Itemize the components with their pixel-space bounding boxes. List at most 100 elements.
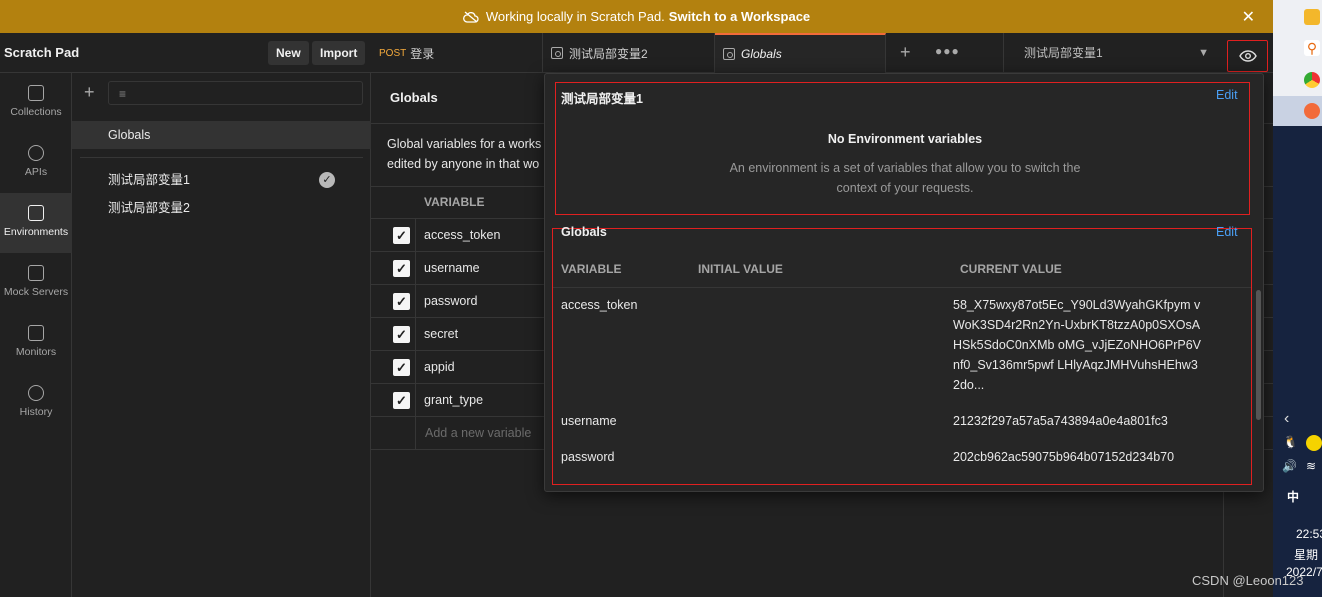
divider [415, 384, 416, 417]
description-line: Global variables for a works [387, 137, 542, 151]
variable-name[interactable]: password [424, 294, 478, 308]
environment-icon [723, 48, 735, 60]
environments-sidebar: + ≡ Globals 测试局部变量1 ✓ 测试局部变量2 [72, 73, 371, 597]
sidebar-item-label: 测试局部变量2 [108, 201, 190, 215]
banner-text: Working locally in Scratch Pad. [485, 9, 665, 24]
tab-bar: POST 登录 测试局部变量2 Globals [371, 33, 886, 73]
rail-label: History [19, 406, 53, 418]
variable-name: password [561, 450, 615, 464]
popover-scrollbar[interactable] [1256, 290, 1261, 420]
description-line: edited by anyone in that wo [387, 157, 540, 171]
postman-icon[interactable] [1304, 103, 1320, 119]
sidebar-item-label: 测试局部变量1 [108, 173, 190, 187]
filter-input[interactable]: ≡ [108, 81, 363, 105]
environment-title: 测试局部变量1 [561, 92, 643, 106]
filter-icon: ≡ [119, 87, 127, 101]
rail-mock-servers[interactable]: Mock Servers [0, 253, 72, 313]
workspace-title: Scratch Pad [4, 45, 80, 60]
sidebar-item-globals[interactable]: Globals [72, 121, 371, 149]
column-header-initial: INITIAL VALUE [698, 262, 783, 276]
variable-name[interactable]: secret [424, 327, 458, 341]
divider [415, 417, 416, 450]
watermark: CSDN @Leoon123 [1192, 573, 1304, 588]
column-header: VARIABLE [424, 195, 485, 209]
enable-checkbox[interactable]: ✓ [393, 326, 410, 343]
chevron-left-icon[interactable]: ‹ [1284, 410, 1289, 428]
environment-selector[interactable]: 测试局部变量1 ▼ [1003, 33, 1223, 73]
import-button[interactable]: Import [312, 41, 366, 65]
chevron-down-icon: ▼ [1198, 47, 1209, 59]
tab-label: 测试局部变量2 [569, 46, 648, 61]
add-variable-input[interactable]: Add a new variable [425, 426, 531, 440]
new-button[interactable]: New [268, 41, 309, 65]
edit-globals-link[interactable]: Edit [1216, 225, 1238, 239]
active-check-icon[interactable]: ✓ [319, 172, 335, 188]
enable-checkbox[interactable]: ✓ [393, 392, 410, 409]
tab-globals[interactable]: Globals [715, 33, 886, 73]
edit-environment-link[interactable]: Edit [1216, 88, 1238, 102]
variable-current-value: 58_X75wxy87ot5Ec_Y90Ld3WyahGKfpym vWoK3S… [953, 298, 1202, 392]
page-title: Globals [390, 90, 438, 105]
column-header-variable: VARIABLE [561, 262, 622, 276]
cloud-icon [462, 11, 479, 23]
divider [415, 285, 416, 318]
variable-name[interactable]: username [424, 261, 480, 275]
rail-label: Collections [10, 106, 62, 118]
enable-checkbox[interactable]: ✓ [393, 359, 410, 376]
column-header-current: CURRENT VALUE [960, 262, 1062, 276]
left-rail: Collections APIs Environments Mock Serve… [0, 73, 72, 597]
divider [415, 351, 416, 384]
variable-name[interactable]: appid [424, 360, 455, 374]
environment-icon [551, 47, 563, 59]
sidebar-item-env-2[interactable]: 测试局部变量2 [72, 194, 371, 222]
globals-description: Global variables for a works edited by a… [387, 134, 557, 174]
globals-title: Globals [561, 225, 607, 239]
more-tabs-icon[interactable]: ●●● [935, 44, 960, 58]
method-badge: POST [379, 47, 407, 59]
add-icon[interactable] [1306, 435, 1322, 451]
divider [415, 219, 416, 252]
qq-icon[interactable]: 🐧 [1283, 435, 1298, 449]
variable-name[interactable]: access_token [424, 228, 500, 242]
chrome-icon[interactable] [1304, 72, 1320, 88]
rail-monitors[interactable]: Monitors [0, 313, 72, 373]
scratchpad-banner: Working locally in Scratch Pad. Switch t… [0, 0, 1273, 33]
apis-icon [28, 145, 44, 161]
enable-checkbox[interactable]: ✓ [393, 260, 410, 277]
environment-quick-look-popover: 测试局部变量1 Edit No Environment variables An… [544, 73, 1264, 492]
environments-icon [28, 205, 44, 221]
variable-current-value: 21232f297a57a5a743894a0e4a801fc3 [953, 414, 1168, 428]
environment-quick-look-button[interactable] [1227, 40, 1268, 72]
volume-icon[interactable]: 🔊 [1282, 459, 1297, 473]
switch-workspace-link[interactable]: Switch to a Workspace [669, 9, 810, 24]
empty-state-title: No Environment variables [827, 132, 983, 146]
variable-name[interactable]: grant_type [424, 393, 483, 407]
windows-taskbar: ⚲ ‹ 🐧 🔊 ≋ 中 22:53 星期 2022/7 [1273, 0, 1322, 597]
enable-checkbox[interactable]: ✓ [393, 227, 410, 244]
rail-environments[interactable]: Environments [0, 193, 72, 253]
ime-indicator[interactable]: 中 [1287, 488, 1299, 505]
file-explorer-icon[interactable] [1304, 9, 1320, 25]
sidebar-item-env-1[interactable]: 测试局部变量1 ✓ [72, 166, 371, 194]
close-icon[interactable]: ✕ [1242, 7, 1255, 27]
tab-env-2[interactable]: 测试局部变量2 [543, 33, 715, 73]
divider [415, 318, 416, 351]
enable-checkbox[interactable]: ✓ [393, 293, 410, 310]
header-bar: Scratch Pad New Import POST 登录 测试局部变量2 G… [0, 33, 1273, 73]
variable-name: access_token [561, 298, 638, 312]
tab-login[interactable]: POST 登录 [371, 33, 543, 73]
collections-icon [28, 85, 44, 101]
rail-collections[interactable]: Collections [0, 73, 72, 133]
divider [80, 157, 363, 158]
search-icon[interactable]: ⚲ [1304, 40, 1320, 56]
tab-label: 登录 [410, 46, 435, 61]
empty-state-description: An environment is a set of variables tha… [729, 161, 1081, 195]
wifi-icon[interactable]: ≋ [1306, 459, 1316, 473]
clock-weekday[interactable]: 星期 [1294, 546, 1318, 563]
environment-selector-value: 测试局部变量1 [1024, 46, 1103, 60]
rail-history[interactable]: History [0, 373, 72, 433]
add-environment-icon[interactable]: + [84, 82, 95, 103]
clock-time[interactable]: 22:53 [1296, 527, 1322, 541]
add-tab-icon[interactable]: + [900, 42, 911, 63]
rail-apis[interactable]: APIs [0, 133, 72, 193]
